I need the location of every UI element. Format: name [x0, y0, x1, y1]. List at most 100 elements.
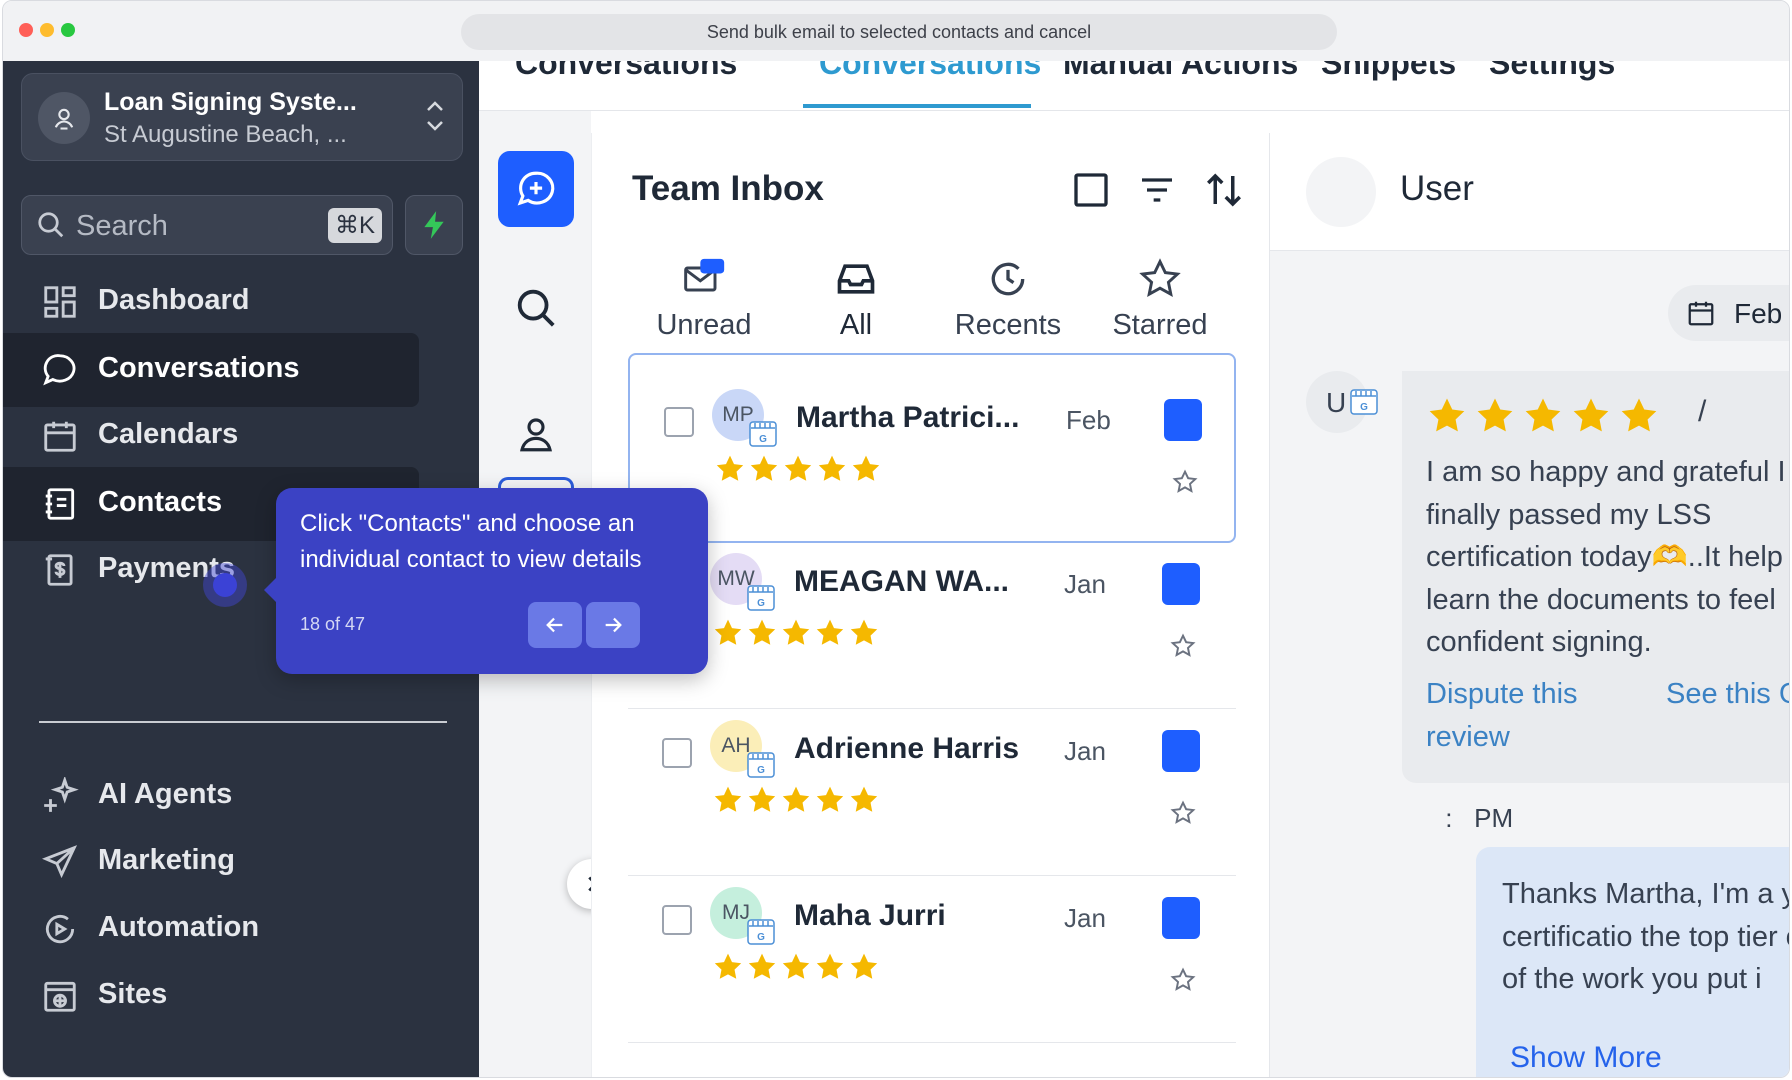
mail-icon	[684, 258, 725, 292]
star-toggle-icon[interactable]	[1172, 469, 1198, 495]
reply-message: Thanks Martha, I'm a your LSS certificat…	[1476, 847, 1789, 1077]
sidebar-item-dashboard[interactable]: Dashboard	[3, 265, 479, 339]
close-window-button[interactable]	[19, 23, 33, 37]
tab-manual-actions[interactable]: Manual Actions	[1063, 61, 1298, 82]
chevron-up-down-icon	[427, 101, 443, 131]
sidebar-item-label: Conversations	[98, 352, 300, 384]
channel-badge	[1162, 730, 1200, 772]
search-box[interactable]: Search ⌘K	[21, 195, 393, 255]
select-all-checkbox-icon[interactable]	[1071, 170, 1111, 210]
conversation-row[interactable]: MJ G Maha Jurri Jan	[628, 853, 1236, 1043]
search-shortcut-badge: ⌘K	[327, 208, 382, 243]
tab-starred[interactable]: Starred	[1084, 253, 1236, 349]
date-label: Feb	[1734, 298, 1783, 329]
conversation-row[interactable]: AH G Adrienne Harris Jan	[628, 686, 1236, 876]
url-bar[interactable]: Send bulk email to selected contacts and…	[461, 14, 1337, 50]
star-filled-icon	[850, 786, 878, 812]
tab-recents[interactable]: Recents	[932, 253, 1084, 349]
conversation-header: User	[1270, 133, 1789, 251]
clock-icon	[991, 262, 1025, 296]
star-filled-icon	[1573, 398, 1609, 432]
top-navigation: Conversations Conversations Manual Actio…	[479, 61, 1789, 111]
star-filled-icon	[782, 786, 810, 812]
automation-icon	[45, 914, 75, 944]
message-timestamp: : PM	[1438, 803, 1514, 833]
avatar: U G	[1306, 371, 1378, 433]
tab-label: Recents	[954, 309, 1062, 341]
tab-all[interactable]: All	[780, 253, 932, 349]
google-business-icon: G	[747, 919, 775, 945]
browser-titlebar: Send bulk email to selected contacts and…	[3, 1, 1789, 61]
rating-stars	[712, 617, 880, 649]
sidebar-item-ai-agents[interactable]: AI Agents	[3, 759, 479, 833]
row-checkbox[interactable]	[662, 905, 692, 935]
contact-name: Adrienne Harris	[794, 732, 1020, 765]
dispute-review-link[interactable]: Dispute this review	[1426, 673, 1626, 758]
conversation-date: Jan	[1064, 903, 1106, 933]
minimize-window-button[interactable]	[40, 23, 54, 37]
arrow-left-icon	[546, 617, 563, 633]
star-toggle-icon[interactable]	[1170, 633, 1196, 659]
star-filled-icon	[748, 953, 776, 979]
conversation-row[interactable]: MP G Martha Patrici... Feb	[628, 353, 1236, 543]
tab-settings[interactable]: Settings	[1489, 61, 1615, 82]
sidebar-item-label: Contacts	[98, 486, 223, 518]
conversation-date: Jan	[1064, 736, 1106, 766]
dashboard-icon	[44, 286, 76, 318]
rating-stars	[714, 453, 882, 485]
conversation-row[interactable]: MW G MEAGAN WA... Jan	[628, 519, 1236, 709]
tab-unread[interactable]: Unread	[628, 253, 780, 349]
sidebar-item-conversations[interactable]: Conversations	[3, 333, 419, 407]
conversation-panel: User Feb U G / I am so happy and gratefu…	[1269, 133, 1789, 1077]
maximize-window-button[interactable]	[61, 23, 75, 37]
star-toggle-icon[interactable]	[1170, 967, 1196, 993]
star-filled-icon	[850, 619, 878, 645]
star-filled-icon	[748, 786, 776, 812]
account-switcher[interactable]: Loan Signing Syste... St Augustine Beach…	[21, 73, 463, 161]
sidebar-item-sites[interactable]: Sites	[3, 959, 479, 1033]
inbox-icon	[837, 264, 875, 294]
row-divider	[628, 1042, 1236, 1043]
star-toggle-icon[interactable]	[1170, 800, 1196, 826]
contact-name: MEAGAN WA...	[794, 565, 1009, 598]
star-filled-icon	[1621, 398, 1657, 432]
arrow-right-icon	[605, 617, 622, 633]
sidebar-item-calendars[interactable]: Calendars	[3, 399, 479, 473]
conversation-date: Feb	[1066, 405, 1111, 435]
user-icon	[520, 418, 552, 452]
tour-previous-button[interactable]	[528, 602, 582, 648]
tour-next-button[interactable]	[586, 602, 640, 648]
sites-icon	[44, 981, 76, 1012]
sidebar-item-marketing[interactable]: Marketing	[3, 825, 479, 899]
sidebar-divider	[39, 721, 447, 723]
row-checkbox[interactable]	[662, 738, 692, 768]
tab-conversations[interactable]: Conversations	[819, 61, 1041, 82]
date-separator: Feb	[1668, 285, 1789, 341]
location-avatar	[38, 92, 90, 144]
review-text: I am so happy and grateful I finally pas…	[1426, 456, 1789, 658]
sidebar-item-automation[interactable]: Automation	[3, 892, 479, 966]
account-location: St Augustine Beach, ...	[104, 121, 347, 148]
new-conversation-button[interactable]	[498, 151, 574, 227]
sidebar-item-label: Automation	[98, 911, 260, 943]
search-conversations-button[interactable]	[498, 273, 574, 343]
search-placeholder: Search	[76, 210, 168, 242]
contacts-filter-button[interactable]	[498, 399, 574, 469]
svg-text:G: G	[1360, 402, 1368, 413]
filter-icon[interactable]	[1137, 170, 1177, 210]
tour-hotspot[interactable]	[203, 563, 247, 607]
google-business-icon: G	[747, 752, 775, 778]
see-gbp-link[interactable]: See this GBP	[1666, 673, 1789, 716]
payments-icon	[45, 554, 73, 586]
show-more-link[interactable]: Show More	[1510, 1041, 1662, 1075]
tour-step-text: Click "Contacts" and choose an individua…	[300, 510, 642, 573]
channel-badge	[1162, 563, 1200, 605]
sort-icon[interactable]	[1203, 169, 1245, 211]
chat-plus-icon	[517, 171, 555, 206]
contacts-icon	[45, 488, 75, 520]
row-checkbox[interactable]	[664, 407, 694, 437]
google-business-icon: G	[747, 585, 775, 611]
sidebar-item-label: Sites	[98, 978, 168, 1010]
quick-actions-button[interactable]	[405, 195, 463, 255]
tab-snippets[interactable]: Snippets	[1321, 61, 1456, 82]
